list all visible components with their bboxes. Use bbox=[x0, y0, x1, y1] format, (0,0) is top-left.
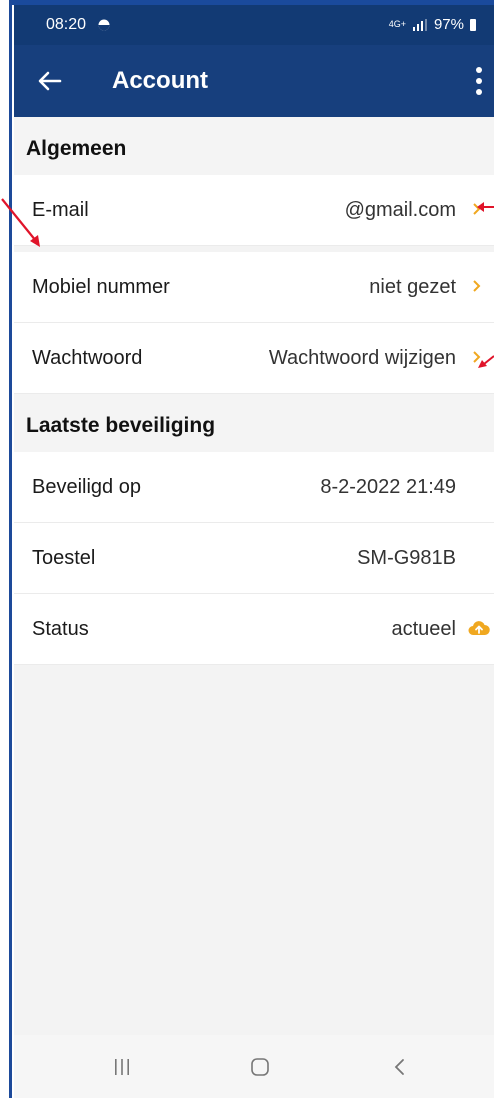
row-backup-date: Beveiligd op 8-2-2022 21:49 bbox=[14, 452, 494, 523]
row-status: Status actueel bbox=[14, 594, 494, 665]
row-value: SM-G981B bbox=[357, 547, 456, 569]
row-label: Toestel bbox=[32, 547, 96, 569]
row-device: Toestel SM-G981B bbox=[14, 523, 494, 594]
row-password[interactable]: Wachtwoord Wachtwoord wijzigen bbox=[14, 323, 494, 394]
settings-list: Algemeen E-mail @gmail.com Mobiel nummer… bbox=[14, 117, 494, 665]
cloud-upload-icon bbox=[468, 621, 490, 635]
home-icon[interactable] bbox=[250, 1057, 270, 1077]
annotation-arrow-left bbox=[1, 198, 40, 247]
network-type-icon: 4G+ bbox=[388, 19, 406, 29]
row-value: niet gezet bbox=[369, 276, 456, 298]
page-title: Account bbox=[112, 67, 208, 94]
nav-back-icon[interactable] bbox=[392, 1057, 408, 1077]
row-value: actueel bbox=[391, 618, 457, 640]
sync-status-icon bbox=[98, 19, 110, 31]
status-time: 08:20 bbox=[46, 16, 87, 33]
row-label: Wachtwoord bbox=[32, 347, 143, 369]
section-title: Laatste beveiliging bbox=[26, 414, 216, 437]
section-header-laatste-beveiliging: Laatste beveiliging bbox=[14, 394, 494, 452]
system-navigation-bar bbox=[14, 1035, 494, 1098]
row-label: Mobiel nummer bbox=[32, 276, 170, 298]
annotation-arrow-password bbox=[478, 355, 494, 368]
row-label: Beveiligd op bbox=[32, 476, 141, 498]
app-bar: Account bbox=[14, 45, 494, 117]
recent-apps-icon[interactable] bbox=[112, 1057, 132, 1077]
row-value: Wachtwoord wijzigen bbox=[268, 347, 456, 369]
row-email[interactable]: E-mail @gmail.com bbox=[14, 175, 494, 246]
section-title: Algemeen bbox=[26, 137, 127, 160]
frame-left-border bbox=[0, 0, 12, 1098]
signal-icon bbox=[412, 18, 427, 31]
more-options-icon[interactable] bbox=[474, 65, 484, 97]
battery-icon bbox=[470, 18, 476, 31]
status-indicators: 4G+ 97% bbox=[389, 16, 476, 33]
battery-percent: 97% bbox=[433, 16, 464, 33]
phone-screen: 08:20 4G+ 97% Account Algemeen E-mail @g… bbox=[14, 5, 494, 1098]
back-arrow-icon[interactable] bbox=[36, 67, 64, 95]
section-header-algemeen: Algemeen bbox=[14, 117, 494, 175]
row-value: 8-2-2022 21:49 bbox=[320, 476, 456, 498]
row-label: Status bbox=[32, 618, 89, 640]
status-bar: 08:20 4G+ 97% bbox=[14, 5, 494, 45]
annotation-arrow-email bbox=[477, 202, 494, 212]
row-value: @gmail.com bbox=[344, 199, 456, 221]
chevron-right-icon bbox=[473, 280, 481, 292]
row-mobile-number[interactable]: Mobiel nummer niet gezet bbox=[14, 252, 494, 323]
